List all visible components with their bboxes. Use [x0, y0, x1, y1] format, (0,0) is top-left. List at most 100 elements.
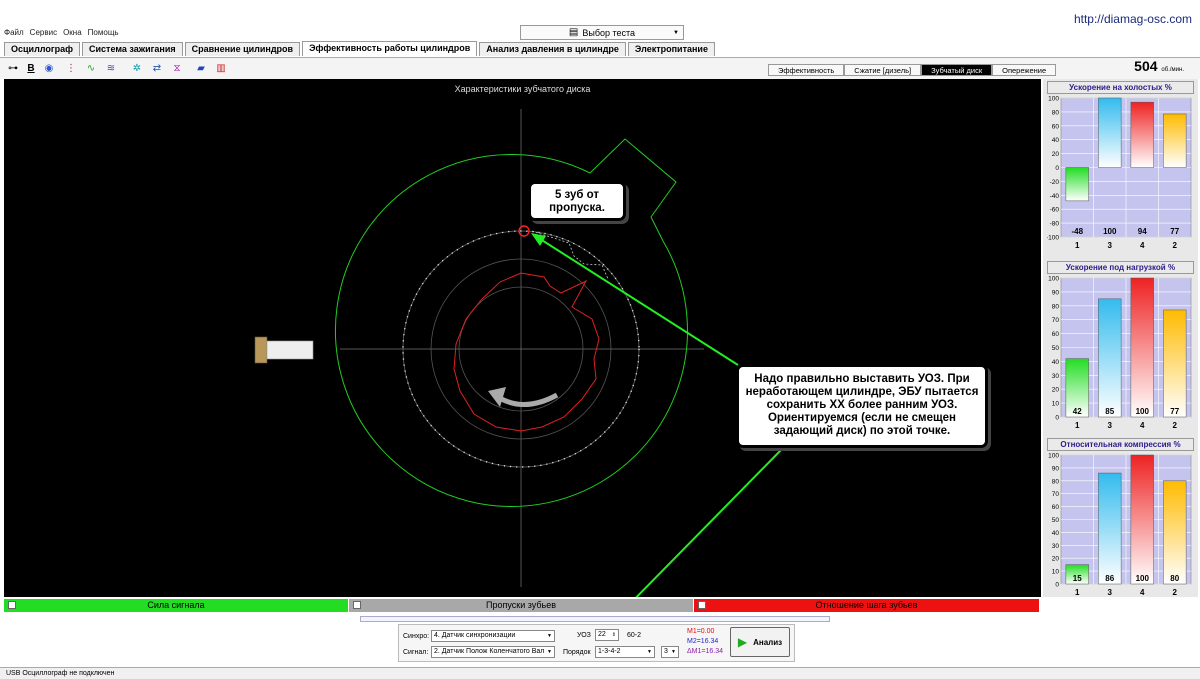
sub-tabs: Эффективность Сжатие [дизель] Зубчатый д… — [768, 64, 1057, 76]
y-tick-label: 30 — [1052, 373, 1060, 380]
annotation-arrow-1 — [536, 236, 739, 366]
rpm-icon[interactable]: ◉ — [42, 61, 56, 75]
order-select[interactable]: 1-3-4-2 ▼ — [595, 646, 655, 658]
bar-value-label: 100 — [1103, 227, 1117, 236]
bar-value-label: 100 — [1136, 407, 1150, 416]
test-select-dropdown[interactable]: ▤ Выбор теста ▼ — [520, 25, 684, 40]
order-icon[interactable]: ⇄ — [150, 61, 164, 75]
signal-value: 2. Датчик Полож Коленчатого Вал — [434, 648, 545, 655]
chart-title: Ускорение под нагрузкой % — [1047, 261, 1194, 274]
bar-value-label: -48 — [1071, 227, 1083, 236]
y-tick-label: 20 — [1052, 387, 1060, 394]
tab-power[interactable]: Электропитание — [627, 42, 715, 56]
y-tick-label: 100 — [1048, 96, 1059, 103]
horizontal-scrollbar[interactable] — [360, 616, 830, 622]
signal-select[interactable]: 2. Датчик Полож Коленчатого Вал ▼ — [431, 646, 555, 658]
spin-icon: ⇕ — [611, 632, 616, 638]
category-label: 3 — [1108, 241, 1113, 250]
callout-missing-tooth: 5 зуб от пропуска. — [528, 181, 626, 221]
y-tick-label: 90 — [1052, 465, 1060, 472]
bar-value-label: 77 — [1170, 227, 1179, 236]
uoz-value: 22 — [598, 631, 606, 638]
tab-ignition[interactable]: Система зажигания — [82, 42, 183, 56]
signal-strength-contour — [335, 138, 688, 507]
menu-file[interactable]: Файл — [4, 28, 24, 42]
y-tick-label: 20 — [1052, 556, 1060, 563]
bar-cyl-2 — [1163, 480, 1187, 585]
bar-value-label: 15 — [1073, 574, 1082, 583]
bar-cyl-2 — [1163, 113, 1187, 168]
legend-signal-strength-label: Сила сигнала — [147, 600, 205, 610]
tab-cylinder-efficiency[interactable]: Эффективность работы цилиндров — [302, 41, 478, 56]
callout-ignition-advice: Надо правильно выставить УОЗ. При нерабо… — [736, 364, 988, 448]
scale-icon[interactable]: ⋮ — [64, 61, 78, 75]
menu-help[interactable]: Помощь — [88, 28, 119, 42]
test-icon: ▤ — [568, 27, 579, 38]
relative-compression-plot: 10090807060504030201001518631004802 — [1048, 453, 1192, 597]
subtab-efficiency[interactable]: Эффективность — [768, 64, 845, 76]
subtab-compression-diesel[interactable]: Сжатие [дизель] — [844, 64, 922, 76]
bar-cyl-4 — [1130, 277, 1154, 418]
legend-missing-teeth-label: Пропуски зубьев — [486, 600, 556, 610]
legend-signal-strength[interactable]: Сила сигнала — [4, 599, 348, 612]
bar-cyl-3 — [1098, 298, 1122, 418]
cylinder-value: 3 — [664, 648, 668, 655]
filter-icon[interactable]: ⧖ — [170, 61, 184, 75]
tab-pressure-analysis[interactable]: Анализ давления в цилиндре — [479, 42, 626, 56]
bar-cyl-1 — [1065, 167, 1089, 202]
car-icon[interactable]: ▰ — [194, 61, 208, 75]
marker-m1: M1=0.00 — [687, 628, 715, 635]
status-text: USB Осциллограф не подключен — [6, 670, 115, 677]
bold-icon[interactable]: B — [24, 61, 38, 75]
y-tick-label: 0 — [1055, 165, 1059, 172]
tooth-wheel-scope[interactable]: Характеристики зубчатого диска 5 зуб от … — [4, 79, 1041, 597]
y-tick-label: 70 — [1052, 317, 1060, 324]
menu-windows[interactable]: Окна — [63, 28, 82, 42]
analyze-label: Анализ — [753, 637, 783, 647]
legend-pitch-ratio-label: Отношение шага зубьев — [815, 600, 918, 610]
chevron-down-icon: ▼ — [547, 633, 552, 639]
test-select-label: Выбор теста — [582, 27, 636, 38]
subtab-advance[interactable]: Опережение — [992, 64, 1057, 76]
rotation-arrow-head — [488, 387, 506, 407]
legend-pitch-ratio[interactable]: Отношение шага зубьев — [694, 599, 1039, 612]
cylinder-select[interactable]: 3 ▼ — [661, 646, 679, 658]
chart-icon[interactable]: ▥ — [214, 61, 228, 75]
tab-cylinder-compare[interactable]: Сравнение цилиндров — [184, 42, 301, 56]
sync-label: Синхро: — [403, 633, 430, 640]
bar-cyl-3 — [1098, 472, 1122, 585]
checkbox-icon[interactable] — [698, 601, 706, 609]
gear-icon[interactable]: ✲ — [130, 61, 144, 75]
y-tick-label: -20 — [1050, 179, 1060, 186]
idle-acceleration-chart: Ускорение на холостых % 100 80 60 40 20 0 -20 -… — [1046, 81, 1194, 251]
analyze-button[interactable]: ▶ Анализ — [730, 627, 790, 657]
chart-title: Относительная компрессия % — [1047, 438, 1194, 451]
bar-value-label: 100 — [1136, 574, 1150, 583]
bar-cyl-2 — [1163, 309, 1187, 418]
y-tick-label: 20 — [1052, 151, 1060, 158]
checkbox-icon[interactable] — [353, 601, 361, 609]
menu-service[interactable]: Сервис — [30, 28, 57, 42]
category-label: 1 — [1075, 421, 1080, 430]
wave-icon[interactable]: ∿ — [84, 61, 98, 75]
uoz-spinner[interactable]: 22 ⇕ — [595, 629, 619, 641]
idle-acceleration-plot: 100 80 60 40 20 0 -20 -40 -60 -80 -100 -48 1 100 3 94 4 7… — [1046, 96, 1192, 250]
cursor-icon[interactable]: ⊶ — [6, 61, 20, 75]
category-label: 1 — [1075, 588, 1080, 597]
signal-label: Сигнал: — [403, 649, 429, 656]
main-tabs: Осциллограф Система зажигания Сравнение … — [4, 41, 715, 56]
bar-cyl-4 — [1130, 101, 1154, 168]
legend-missing-teeth[interactable]: Пропуски зубьев — [349, 599, 693, 612]
y-tick-label: -80 — [1050, 221, 1060, 228]
subtab-tooth-wheel[interactable]: Зубчатый диск — [921, 64, 993, 76]
sensor-icon — [254, 336, 314, 364]
y-tick-label: 80 — [1052, 478, 1060, 485]
checkbox-icon[interactable] — [8, 601, 16, 609]
tab-oscilloscope[interactable]: Осциллограф — [4, 42, 81, 56]
marker-m2: M2=16.34 — [687, 638, 719, 645]
site-url[interactable]: http://diamag-osc.com — [1074, 12, 1192, 26]
multiwave-icon[interactable]: ≋ — [104, 61, 118, 75]
y-tick-label: 60 — [1052, 331, 1060, 338]
wheel-type: 60-2 — [627, 632, 642, 639]
sync-select[interactable]: 4. Датчик синхронизации ▼ — [431, 630, 555, 642]
